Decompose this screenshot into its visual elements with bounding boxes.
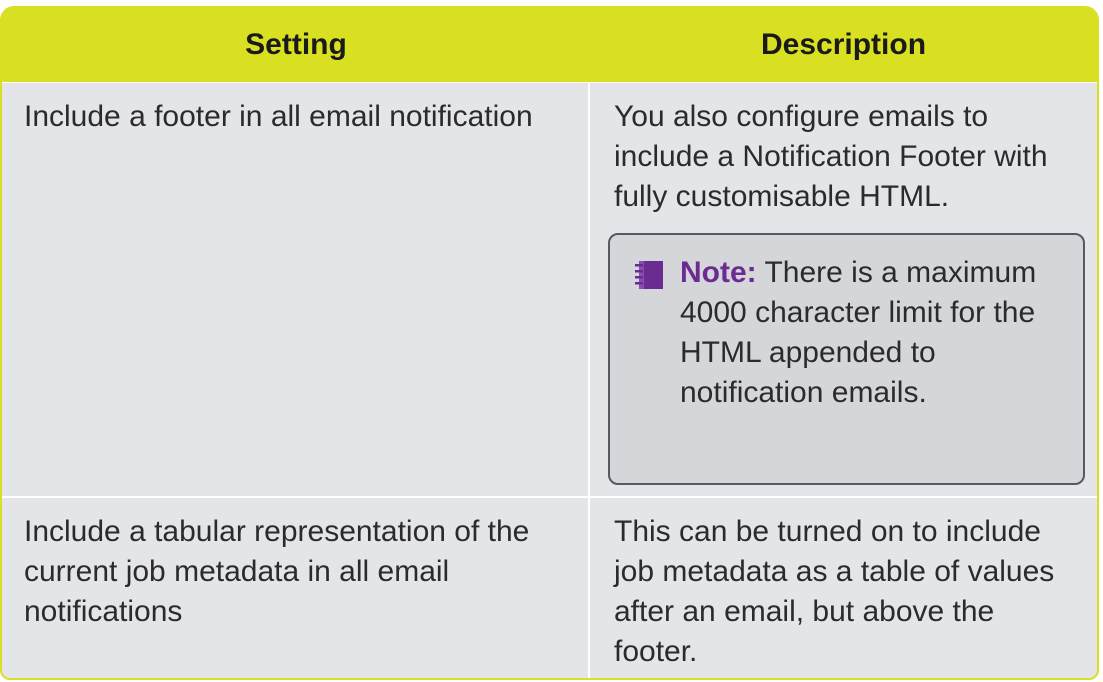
settings-table: Setting Description Include a footer in … xyxy=(0,6,1099,680)
setting-cell: Include a footer in all email notificati… xyxy=(2,83,590,496)
note-label: Note: xyxy=(680,256,757,289)
table-header-row: Setting Description xyxy=(2,8,1097,82)
description-cell: This can be turned on to include job met… xyxy=(614,515,1055,668)
header-setting: Setting xyxy=(245,28,347,61)
description-text: You also configure emails to include a N… xyxy=(614,100,1048,213)
description-cell: You also configure emails to include a N… xyxy=(590,83,1097,496)
table-row: Include a footer in all email notificati… xyxy=(2,82,1097,496)
note-callout: Note: There is a maximum 4000 character … xyxy=(608,233,1085,485)
setting-cell: Include a tabular representation of the … xyxy=(2,498,590,678)
note-text-block: Note: There is a maximum 4000 character … xyxy=(680,253,1069,413)
notebook-icon xyxy=(635,261,663,289)
table-row: Include a tabular representation of the … xyxy=(2,496,1097,678)
header-description: Description xyxy=(760,28,927,61)
